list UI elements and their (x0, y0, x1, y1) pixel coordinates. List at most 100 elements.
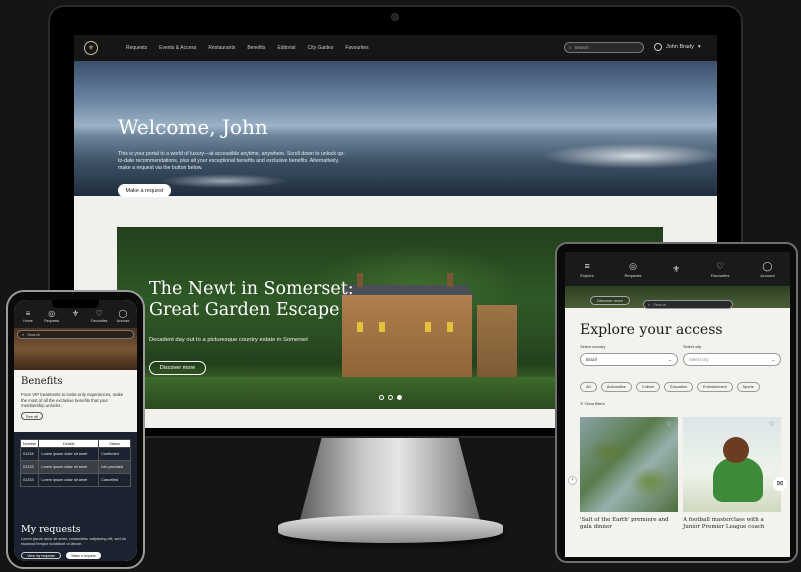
event-card-title[interactable]: A football masterclass with a Junior Pre… (683, 517, 781, 531)
search-input[interactable]: ⌕ Search (564, 42, 644, 53)
heart-icon: ♡ (95, 309, 103, 318)
country-select[interactable]: Brazil ⌄ (580, 353, 678, 366)
benefits-text: From VIP treatments to invite-only exper… (21, 392, 124, 409)
tab-account[interactable]: ◯ Account (113, 309, 133, 324)
phone-navbar: ≡ Home ◎ Requests ⚜ ♡ Favourites ◯ Account (14, 300, 137, 328)
phone-device: ≡ Home ◎ Requests ⚜ ♡ Favourites ◯ Account ⌕… (6, 290, 145, 569)
tab-home-logo[interactable]: ⚜ (672, 264, 680, 276)
discover-more-button[interactable]: Discover more (149, 361, 206, 375)
tablet-screen: ≡ Explore ◎ Requests ⚜ ♡ Favourites ◯ Accoun… (565, 252, 790, 557)
chip-culture[interactable]: Culture (635, 382, 661, 392)
city-select[interactable]: Select city ⌄ (683, 353, 781, 366)
tab-explore-label: Explore (580, 273, 594, 278)
bell-icon: ◎ (48, 309, 56, 318)
tab-requests[interactable]: ◎ Requests (42, 309, 62, 324)
phone-notch (52, 300, 99, 308)
search-icon: ⌕ (648, 302, 651, 307)
table-row[interactable]: 01233 Lorem ipsum dolor sit amet Cancell… (19, 473, 131, 487)
chimney (447, 273, 453, 287)
country-value: Brazil (586, 357, 597, 362)
requests-table: Number Details Status 01234 Lorem ipsum … (19, 439, 131, 487)
tab-logo[interactable]: ⚜ (66, 310, 86, 323)
view-requests-button[interactable]: View my requests (21, 552, 61, 559)
window (425, 322, 431, 332)
nav-link-requests[interactable]: Requests (126, 45, 147, 51)
chip-sports[interactable]: Sports (736, 382, 760, 392)
nav-link-favourites[interactable]: Favourites (345, 45, 368, 51)
table-row[interactable]: 01233 Lorem ipsum dolor sit amet Info pr… (19, 460, 131, 474)
tab-favourites-label: Favourites (710, 273, 730, 278)
make-request-button[interactable]: Make a request (118, 184, 171, 197)
tab-explore[interactable]: ≡ Explore (580, 262, 594, 279)
tab-favourites[interactable]: ♡ Favourites (89, 309, 109, 324)
avatar-icon (654, 43, 662, 51)
event-card-title[interactable]: 'Salt of the Earth' premiere and gala di… (580, 517, 678, 531)
tab-account[interactable]: ◯ Account (760, 261, 775, 279)
see-all-button[interactable]: See all (21, 412, 43, 420)
tablet-discover-button[interactable]: Discover more (590, 296, 630, 305)
my-requests-title: My requests (21, 524, 81, 535)
chat-icon[interactable]: ✉ (773, 477, 787, 491)
cell-status: Confirmed (98, 447, 131, 461)
chip-art[interactable]: Art (580, 382, 597, 392)
showcase-stage: ⚜ Requests Events & Access Restaurants B… (0, 0, 801, 572)
chip-education[interactable]: Education (664, 382, 693, 392)
my-requests-text: Lorem ipsum dolor sit amet, consectetur … (21, 537, 126, 546)
heart-icon[interactable]: ♡ (769, 421, 774, 428)
tab-favourites-label: Favourites (91, 319, 108, 323)
cell-number: 01233 (19, 460, 40, 474)
user-icon: ◯ (762, 261, 773, 271)
tab-home[interactable]: ≡ Home (18, 310, 38, 324)
carousel-dot-1[interactable] (379, 395, 384, 400)
cell-details: Lorem ipsum dolor sit amet (38, 473, 100, 487)
table-row[interactable]: 01234 Lorem ipsum dolor sit amet Confirm… (19, 447, 131, 461)
make-request-button[interactable]: Make a request (66, 552, 101, 559)
chevron-left-icon[interactable]: ‹ (568, 476, 577, 485)
phone-search-input[interactable]: ⌕ Search (17, 330, 134, 339)
desktop-navbar: ⚜ Requests Events & Access Restaurants B… (74, 35, 717, 61)
clear-filters-link[interactable]: ✕ Clear filters (580, 401, 605, 406)
event-card-image[interactable]: ♡ (683, 417, 781, 512)
tab-requests[interactable]: ◎ Requests (625, 261, 642, 279)
heart-icon[interactable]: ♡ (666, 421, 671, 428)
nav-link-benefits[interactable]: Benefits (247, 45, 265, 51)
col-details: Details (38, 439, 100, 448)
tab-account-label: Account (760, 273, 775, 278)
tablet-navbar: ≡ Explore ◎ Requests ⚜ ♡ Favourites ◯ Accoun… (565, 252, 790, 286)
chevron-down-icon: ▾ (697, 44, 701, 50)
user-icon: ◯ (118, 309, 128, 318)
country-label: Select country (580, 344, 606, 349)
event-card-image[interactable]: ♡ (580, 417, 678, 512)
feature-title-line-2: Great Garden Escape (149, 300, 340, 320)
nav-link-restaurants[interactable]: Restaurants (208, 45, 235, 51)
hero-title: Welcome, John (118, 115, 268, 139)
cell-details: Lorem ipsum dolor sit amet (38, 460, 100, 474)
tablet-device: ≡ Explore ◎ Requests ⚜ ♡ Favourites ◯ Accoun… (555, 242, 798, 563)
brand-logo-icon[interactable]: ⚜ (84, 41, 98, 55)
window (447, 322, 453, 332)
phone-screen: ≡ Home ◎ Requests ⚜ ♡ Favourites ◯ Account ⌕… (14, 300, 137, 561)
nav-link-events[interactable]: Events & Access (159, 45, 196, 51)
check-circle-icon: ◎ (629, 261, 637, 271)
tablet-search-placeholder: Search (653, 302, 666, 307)
feature-title-line-1: The Newt in Somerset: (149, 279, 354, 299)
carousel-dot-3[interactable] (397, 395, 402, 400)
nav-link-editorial[interactable]: Editorial (277, 45, 295, 51)
user-menu[interactable]: John Brady ▾ (654, 43, 701, 51)
child-figure (713, 457, 763, 502)
clear-filters-label: Clear filters (584, 401, 605, 406)
chip-automotive[interactable]: Automotive (600, 382, 632, 392)
nav-links: Requests Events & Access Restaurants Ben… (126, 45, 369, 51)
nav-link-city-guides[interactable]: City Guides (308, 45, 334, 51)
col-number: Number (19, 439, 40, 448)
tab-favourites[interactable]: ♡ Favourites (710, 262, 730, 279)
search-icon: ⌕ (22, 332, 25, 337)
carousel-dot-2[interactable] (388, 395, 393, 400)
welcome-hero: Welcome, John This is your portal to a w… (74, 61, 717, 197)
search-placeholder: Search (574, 45, 589, 50)
carousel-dots (379, 395, 402, 400)
tablet-search-input[interactable]: ⌕ Search (643, 300, 733, 309)
chip-entertainment[interactable]: Entertainment (697, 382, 733, 392)
monitor-base (278, 515, 503, 543)
phone-search-placeholder: Search (27, 332, 40, 337)
